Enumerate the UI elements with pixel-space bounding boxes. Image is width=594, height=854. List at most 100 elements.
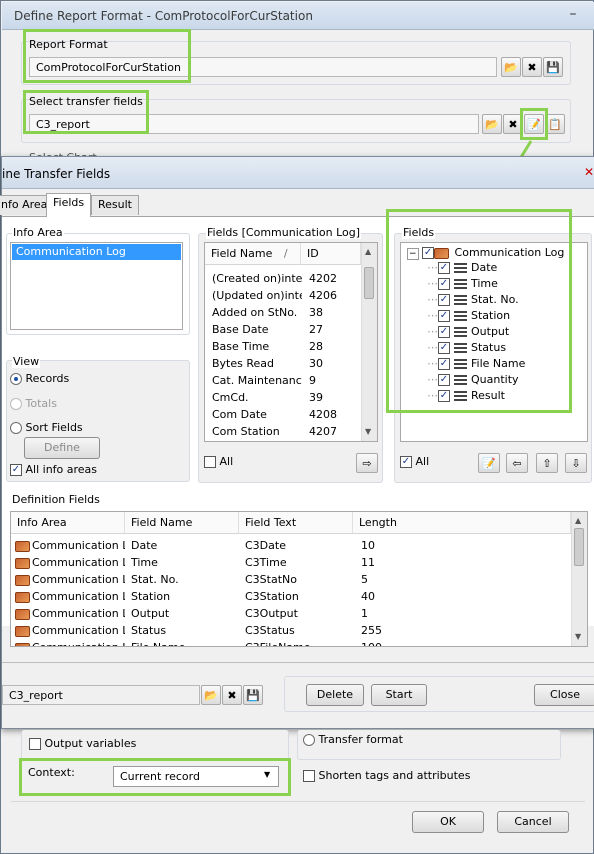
tab-fields[interactable]: Fields: [46, 193, 92, 217]
fields-scroll-thumb[interactable]: [364, 267, 374, 299]
cancel-button[interactable]: Cancel: [497, 811, 569, 833]
remove-arrow-icon[interactable]: ⇦: [506, 453, 528, 473]
transfer-format-radio[interactable]: Transfer format: [303, 733, 403, 746]
field-row[interactable]: Bytes Read 30: [205, 356, 361, 373]
field-row-name: Com Date: [212, 408, 267, 421]
field-row-id: 4206: [309, 289, 337, 302]
field-row-name: CmCd.: [212, 391, 249, 404]
col-id[interactable]: ID: [301, 243, 361, 265]
definition-row[interactable]: Communication L... Output C3Output 1: [11, 606, 571, 623]
dialog-close-icon[interactable]: ✕: [584, 165, 594, 179]
field-row-id: 38: [309, 306, 323, 319]
field-row[interactable]: Com Station 4207: [205, 424, 361, 441]
def-row-area: Communication L...: [32, 607, 125, 620]
output-variables-checkbox[interactable]: Output variables: [29, 737, 136, 750]
close-button[interactable]: Close: [534, 684, 594, 706]
field-row[interactable]: Com Time4209: [205, 441, 361, 442]
definition-row[interactable]: Communication L... File Name C3FileName 100: [11, 640, 571, 646]
def-col-info-area[interactable]: Info Area: [11, 512, 125, 534]
dialog-title: ine Transfer Fields: [2, 167, 111, 181]
fields-scrollbar[interactable]: ▲ ▼: [361, 243, 377, 441]
shorten-tags-label: Shorten tags and attributes: [318, 769, 471, 782]
definition-row[interactable]: Communication L... Stat. No. C3StatNo 5: [11, 572, 571, 589]
field-row[interactable]: (Created on)inter... 4202: [205, 271, 361, 288]
def-row-field: Output: [131, 607, 170, 620]
info-area-item[interactable]: Communication Log: [12, 244, 181, 260]
totals-radio[interactable]: Totals: [10, 397, 57, 410]
define-button[interactable]: Define: [24, 437, 100, 459]
def-row-text: C3Time: [245, 556, 287, 569]
def-row-text: C3FileName: [245, 641, 311, 646]
definition-row[interactable]: Communication L... Time C3Time 11: [11, 555, 571, 572]
bottom-format-field[interactable]: C3_report: [2, 685, 200, 705]
bottom-delete-icon[interactable]: ✖: [222, 685, 242, 705]
define-transfer-fields-dialog: ine Transfer Fields ✕ nfo Area Fields Re…: [0, 156, 594, 729]
def-row-text: C3Output: [245, 607, 298, 620]
definition-fields-table: Info Area Field Name Field Text Length C…: [10, 511, 588, 647]
bottom-save-icon[interactable]: 💾: [243, 685, 263, 705]
records-radio[interactable]: Records: [10, 372, 69, 385]
field-row[interactable]: Base Date 27: [205, 322, 361, 339]
book-icon: [15, 540, 30, 552]
definition-fields-label: Definition Fields: [12, 493, 100, 506]
delete-button[interactable]: Delete: [306, 684, 364, 706]
all-right-checkbox[interactable]: ✓ All: [400, 455, 429, 468]
def-row-text: C3Status: [245, 624, 295, 637]
field-row[interactable]: Cat. Maintenanc... 9: [205, 373, 361, 390]
field-row-name: Bytes Read: [212, 357, 275, 370]
field-row[interactable]: Added on StNo. 38: [205, 305, 361, 322]
delete-icon[interactable]: ✖: [522, 57, 542, 77]
def-scroll-thumb[interactable]: [574, 528, 584, 566]
move-up-icon[interactable]: ⇧: [536, 453, 558, 473]
def-row-length: 10: [361, 539, 375, 552]
edit-field-icon[interactable]: 📝: [478, 453, 500, 473]
field-row[interactable]: Com Date 4208: [205, 407, 361, 424]
move-down-icon[interactable]: ⇩: [565, 453, 587, 473]
properties-icon[interactable]: 📋: [545, 114, 565, 134]
field-row-id: 9: [309, 374, 316, 387]
book-icon: [15, 642, 30, 646]
all-left-checkbox[interactable]: All: [204, 455, 233, 468]
shorten-tags-checkbox[interactable]: Shorten tags and attributes: [303, 769, 470, 782]
ok-button[interactable]: OK: [412, 811, 484, 833]
book-icon: [15, 591, 30, 603]
field-row-id: 4207: [309, 425, 337, 438]
highlight-report-format: [23, 29, 191, 83]
def-row-area: Communication L...: [32, 641, 125, 646]
comm-fields-list: Field Name / ID (Created on)inter... 4202…: [204, 242, 378, 442]
definition-row[interactable]: Communication L... Date C3Date 10: [11, 538, 571, 555]
dialog-titlebar: ine Transfer Fields ✕: [2, 157, 594, 189]
def-row-area: Communication L...: [32, 556, 125, 569]
field-row[interactable]: CmCd. 39: [205, 390, 361, 407]
def-row-text: C3StatNo: [245, 573, 297, 586]
book-icon: [15, 574, 30, 586]
field-row-name: (Created on)inter...: [212, 272, 302, 285]
field-row[interactable]: (Updated on)inte... 4206: [205, 288, 361, 305]
def-row-length: 1: [361, 607, 368, 620]
definition-row[interactable]: Communication L... Status C3Status 255: [11, 623, 571, 640]
definition-row[interactable]: Communication L... Station C3Station 40: [11, 589, 571, 606]
field-row-name: Added on StNo.: [212, 306, 298, 319]
field-row-id: 28: [309, 340, 323, 353]
field-row[interactable]: Base Time 28: [205, 339, 361, 356]
def-row-field: Stat. No.: [131, 573, 179, 586]
def-row-length: 11: [361, 556, 375, 569]
def-scrollbar[interactable]: ▲ ▼: [571, 512, 587, 646]
minimize-button[interactable]: –: [560, 6, 586, 24]
open-folder-icon[interactable]: 📂: [501, 57, 521, 77]
info-area-list: Communication Log: [10, 242, 183, 330]
def-col-field-name[interactable]: Field Name: [125, 512, 239, 534]
all-info-areas-checkbox[interactable]: ✓ All info areas: [10, 463, 97, 476]
tab-result[interactable]: Result: [91, 195, 139, 215]
bottom-open-icon[interactable]: 📂: [201, 685, 221, 705]
open-folder-icon-2[interactable]: 📂: [482, 114, 502, 134]
def-row-field: Station: [131, 590, 171, 603]
sort-fields-radio[interactable]: Sort Fields: [10, 421, 83, 434]
start-button[interactable]: Start: [371, 684, 427, 706]
field-row-id: 4202: [309, 272, 337, 285]
def-col-field-text[interactable]: Field Text: [239, 512, 353, 534]
save-icon[interactable]: 💾: [543, 57, 563, 77]
col-field-name[interactable]: Field Name /: [205, 243, 301, 265]
add-arrow-icon[interactable]: ⇨: [356, 453, 378, 473]
def-col-length[interactable]: Length: [353, 512, 571, 534]
